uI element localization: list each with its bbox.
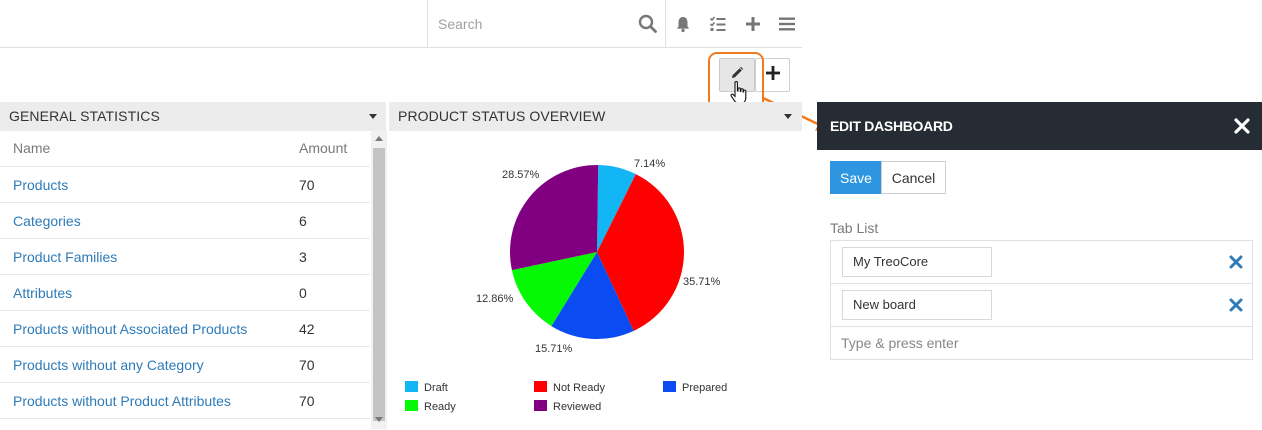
legend-swatch-draft xyxy=(405,381,418,392)
product-status-title: PRODUCT STATUS OVERVIEW xyxy=(398,108,606,124)
legend-swatch-not-ready xyxy=(534,381,547,392)
column-header-amount: Amount xyxy=(299,140,348,156)
table-row: Product Families 3 xyxy=(0,239,370,275)
stat-amount: 70 xyxy=(299,176,315,193)
new-tab-row xyxy=(831,327,1252,359)
global-search xyxy=(427,0,666,48)
edit-dashboard-title: EDIT DASHBOARD xyxy=(830,118,953,134)
stats-scrollbar[interactable] xyxy=(371,130,387,429)
search-icon[interactable] xyxy=(638,14,658,34)
pie-slices xyxy=(510,165,684,339)
stat-amount: 42 xyxy=(299,320,315,337)
pie-value-label-ready: 12.86% xyxy=(476,293,514,305)
general-statistics-header: GENERAL STATISTICS xyxy=(0,102,386,131)
caret-down-icon[interactable] xyxy=(784,114,792,119)
pie-value-label-reviewed: 28.57% xyxy=(502,169,540,181)
stat-name-link[interactable]: Categories xyxy=(0,213,299,229)
pie-value-label-not-ready: 35.71% xyxy=(683,276,721,288)
task-list-icon[interactable] xyxy=(708,14,728,34)
general-statistics-table: Name Amount Products 70 Categories 6 Pro… xyxy=(0,130,370,419)
table-header-row: Name Amount xyxy=(0,130,370,167)
save-button[interactable]: Save xyxy=(830,161,882,194)
stat-name-link[interactable]: Products without Product Attributes xyxy=(0,393,299,409)
pie-value-label-draft: 7.14% xyxy=(634,158,665,170)
legend-label-reviewed: Reviewed xyxy=(553,401,601,413)
menu-icon[interactable] xyxy=(777,14,797,34)
legend-swatch-ready xyxy=(405,400,418,411)
stat-name-link[interactable]: Products without any Category xyxy=(0,357,299,373)
stat-amount: 3 xyxy=(299,248,307,265)
cancel-button[interactable]: Cancel xyxy=(881,161,946,194)
pie-legend: Draft Not Ready Prepared Ready Reviewed xyxy=(405,381,727,413)
stat-amount: 70 xyxy=(299,356,315,373)
new-tab-input[interactable] xyxy=(841,331,1141,355)
table-row: Products 70 xyxy=(0,167,370,203)
legend-label-ready: Ready xyxy=(424,401,456,413)
plus-icon[interactable] xyxy=(743,14,763,34)
caret-down-icon[interactable] xyxy=(369,114,377,119)
legend-label-draft: Draft xyxy=(424,382,448,394)
stat-name-link[interactable]: Products without Associated Products xyxy=(0,321,299,337)
stat-name-link[interactable]: Attributes xyxy=(0,285,299,301)
legend-swatch-reviewed xyxy=(534,400,547,411)
general-statistics-title: GENERAL STATISTICS xyxy=(9,108,160,124)
tab-name-field[interactable]: My TreoCore xyxy=(842,247,992,277)
table-row: Products without Product Attributes 70 xyxy=(0,383,370,419)
stat-amount: 0 xyxy=(299,284,307,301)
edit-dashboard-header: EDIT DASHBOARD xyxy=(817,102,1262,150)
product-status-header: PRODUCT STATUS OVERVIEW xyxy=(389,102,802,131)
stat-name-link[interactable]: Products xyxy=(0,177,299,193)
scrollbar-thumb[interactable] xyxy=(373,148,385,421)
tab-list-item: New board xyxy=(831,284,1252,327)
table-row: Attributes 0 xyxy=(0,275,370,311)
pie-value-label-prepared: 15.71% xyxy=(535,343,573,355)
bell-icon[interactable] xyxy=(673,14,693,34)
top-navbar xyxy=(0,0,802,48)
tab-name-field[interactable]: New board xyxy=(842,290,992,320)
table-row: Products without Associated Products 42 xyxy=(0,311,370,347)
stat-name-link[interactable]: Product Families xyxy=(0,249,299,265)
legend-swatch-prepared xyxy=(663,381,676,392)
legend-label-not-ready: Not Ready xyxy=(553,382,605,394)
tab-list-label: Tab List xyxy=(830,220,879,236)
table-row: Products without any Category 70 xyxy=(0,347,370,383)
stat-amount: 6 xyxy=(299,212,307,229)
search-input[interactable] xyxy=(438,12,628,36)
table-row: Categories 6 xyxy=(0,203,370,239)
close-icon[interactable] xyxy=(1233,117,1251,135)
tab-list: My TreoCore New board xyxy=(830,240,1253,360)
scroll-up-arrow-icon[interactable] xyxy=(375,136,383,141)
stat-amount: 70 xyxy=(299,392,315,409)
remove-tab-icon[interactable] xyxy=(1229,255,1243,269)
tab-list-item: My TreoCore xyxy=(831,241,1252,284)
remove-tab-icon[interactable] xyxy=(1229,298,1243,312)
legend-label-prepared: Prepared xyxy=(682,382,727,394)
product-status-pie-chart: 7.14% 35.71% 15.71% 12.86% 28.57% Draft … xyxy=(405,158,727,413)
scroll-down-arrow-icon[interactable] xyxy=(375,417,383,422)
plus-icon xyxy=(765,65,781,86)
column-header-name: Name xyxy=(13,140,51,156)
